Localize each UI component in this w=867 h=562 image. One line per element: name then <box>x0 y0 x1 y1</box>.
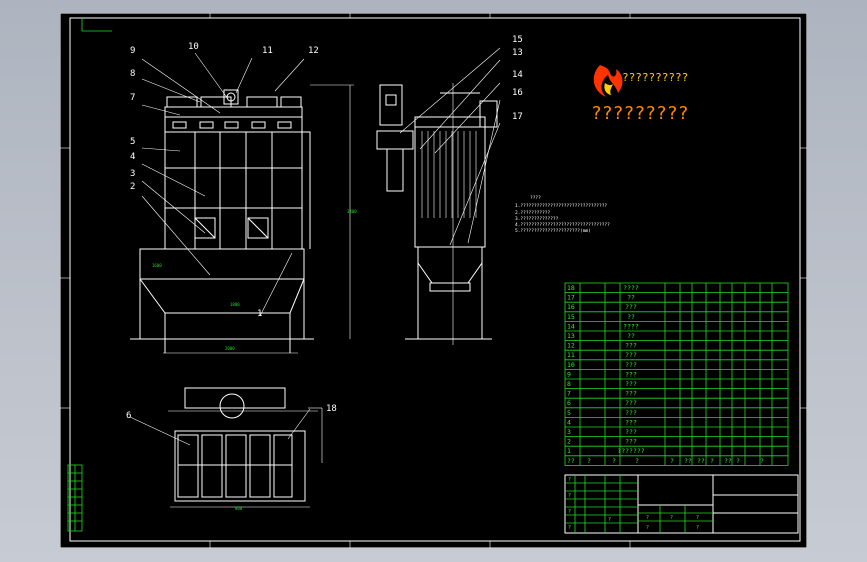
callout-12: 12 <box>308 46 319 56</box>
tb-cell: ? <box>646 515 649 521</box>
bom-row-number: 2 <box>567 438 571 446</box>
bom-header-cell: ?? <box>697 457 705 465</box>
bom-row-number: 15 <box>567 313 575 321</box>
brand-main-text: ????????? <box>591 103 689 124</box>
bom-header-cell: ? <box>670 457 674 465</box>
bom-row-name: ??? <box>625 342 637 350</box>
tb-cell: ? <box>568 477 571 483</box>
dim-hopper: 1800 <box>230 302 240 307</box>
callout-7: 7 <box>130 93 135 103</box>
dim-leg: 1600 <box>152 263 162 268</box>
tb-cell: ? <box>646 525 649 531</box>
bom-row-name: ??? <box>625 390 637 398</box>
bom-row-name: ?? <box>627 294 635 302</box>
bom-header-cell: ?? <box>684 457 692 465</box>
callout-6: 6 <box>126 411 131 421</box>
bom-row-name: ??? <box>625 409 637 417</box>
callout-17: 17 <box>512 112 523 122</box>
bom-row-name: ??? <box>625 361 637 369</box>
notes-line: 3.?????????????? <box>515 216 559 222</box>
bom-row-name: ??? <box>625 399 637 407</box>
bom-row-number: 3 <box>567 428 571 436</box>
bom-header-cell: ?? <box>567 457 575 465</box>
tb-cell: ? <box>568 525 571 531</box>
dim-height: 3400 <box>347 209 357 214</box>
tb-cell: ? <box>568 509 571 515</box>
callout-9: 9 <box>130 46 135 56</box>
bom-header-cell: ? <box>635 457 639 465</box>
bom-row-name: ??????? <box>617 447 644 455</box>
callout-4: 4 <box>130 152 135 162</box>
tb-cell: ? <box>608 517 611 523</box>
bom-row-number: 10 <box>567 361 575 369</box>
bom-row-name: ??? <box>625 418 637 426</box>
bom-row-number: 4 <box>567 418 571 426</box>
callout-5: 5 <box>130 137 135 147</box>
bom-row-name: ???? <box>623 284 639 292</box>
bom-row-number: 18 <box>567 284 575 292</box>
callout-14: 14 <box>512 70 523 80</box>
callout-8: 8 <box>130 69 135 79</box>
dim-plan: 800 <box>235 506 243 511</box>
callout-2: 2 <box>130 182 135 192</box>
bom-row-name: ??? <box>625 428 637 436</box>
tb-cell: ? <box>696 525 699 531</box>
bom-row-name: ??? <box>625 370 637 378</box>
callout-18: 18 <box>326 404 337 414</box>
outer-frame <box>60 13 807 548</box>
bom-row-number: 16 <box>567 303 575 311</box>
cad-viewport[interactable]: 1 2 3 4 5 6 7 8 9 10 11 12 13 14 15 16 1… <box>0 0 867 562</box>
bom-row-name: ?? <box>627 332 635 340</box>
cad-drawing: 1 2 3 4 5 6 7 8 9 10 11 12 13 14 15 16 1… <box>60 13 807 548</box>
bom-row-name: ??? <box>625 351 637 359</box>
bom-row-number: 17 <box>567 294 575 302</box>
tb-cell: ? <box>670 515 673 521</box>
bom-header-cell: ? <box>760 457 764 465</box>
bom-row-number: 14 <box>567 322 575 330</box>
bom-row-number: 5 <box>567 409 571 417</box>
bom-header-cell: ? <box>612 457 616 465</box>
tb-cell: ? <box>696 515 699 521</box>
callout-16: 16 <box>512 88 523 98</box>
callout-1: 1 <box>257 309 262 319</box>
bom-row-number: 8 <box>567 380 571 388</box>
bom-row-number: 9 <box>567 370 571 378</box>
notes-line: 2.??????????? <box>515 210 551 216</box>
bom-row-number: 7 <box>567 390 571 398</box>
bom-row-number: 13 <box>567 332 575 340</box>
bom-header-cell: ? <box>587 457 591 465</box>
notes-line: 4.????????????????????????????????? <box>515 222 610 228</box>
bom-header-cell: ? <box>736 457 740 465</box>
bom-row-number: 1 <box>567 447 571 455</box>
dim-width: 2000 <box>225 346 235 351</box>
callout-13: 13 <box>512 48 523 58</box>
brand-top-text: ?????????? <box>622 71 688 84</box>
callout-15: 15 <box>512 35 523 45</box>
notes-line: 1.???????????????????????????????? <box>515 203 607 209</box>
bom-row-name: ???? <box>623 322 639 330</box>
bom-row-name: ??? <box>625 303 637 311</box>
bom-header-cell: ?? <box>724 457 732 465</box>
callout-10: 10 <box>188 42 199 52</box>
bom-row-number: 11 <box>567 351 575 359</box>
bom-header-cell: ? <box>710 457 714 465</box>
drawing-sheet[interactable]: 1 2 3 4 5 6 7 8 9 10 11 12 13 14 15 16 1… <box>60 13 807 548</box>
notes-line: 5.??????????????????????(mm) <box>515 228 591 234</box>
callout-3: 3 <box>130 169 135 179</box>
notes-title: ???? <box>530 195 541 201</box>
bom-row-name: ??? <box>625 380 637 388</box>
bom-row-name: ?? <box>627 313 635 321</box>
tb-cell: ? <box>568 493 571 499</box>
bom-row-number: 6 <box>567 399 571 407</box>
bom-row-name: ??? <box>625 438 637 446</box>
bom-row-number: 12 <box>567 342 575 350</box>
callout-11: 11 <box>262 46 273 56</box>
